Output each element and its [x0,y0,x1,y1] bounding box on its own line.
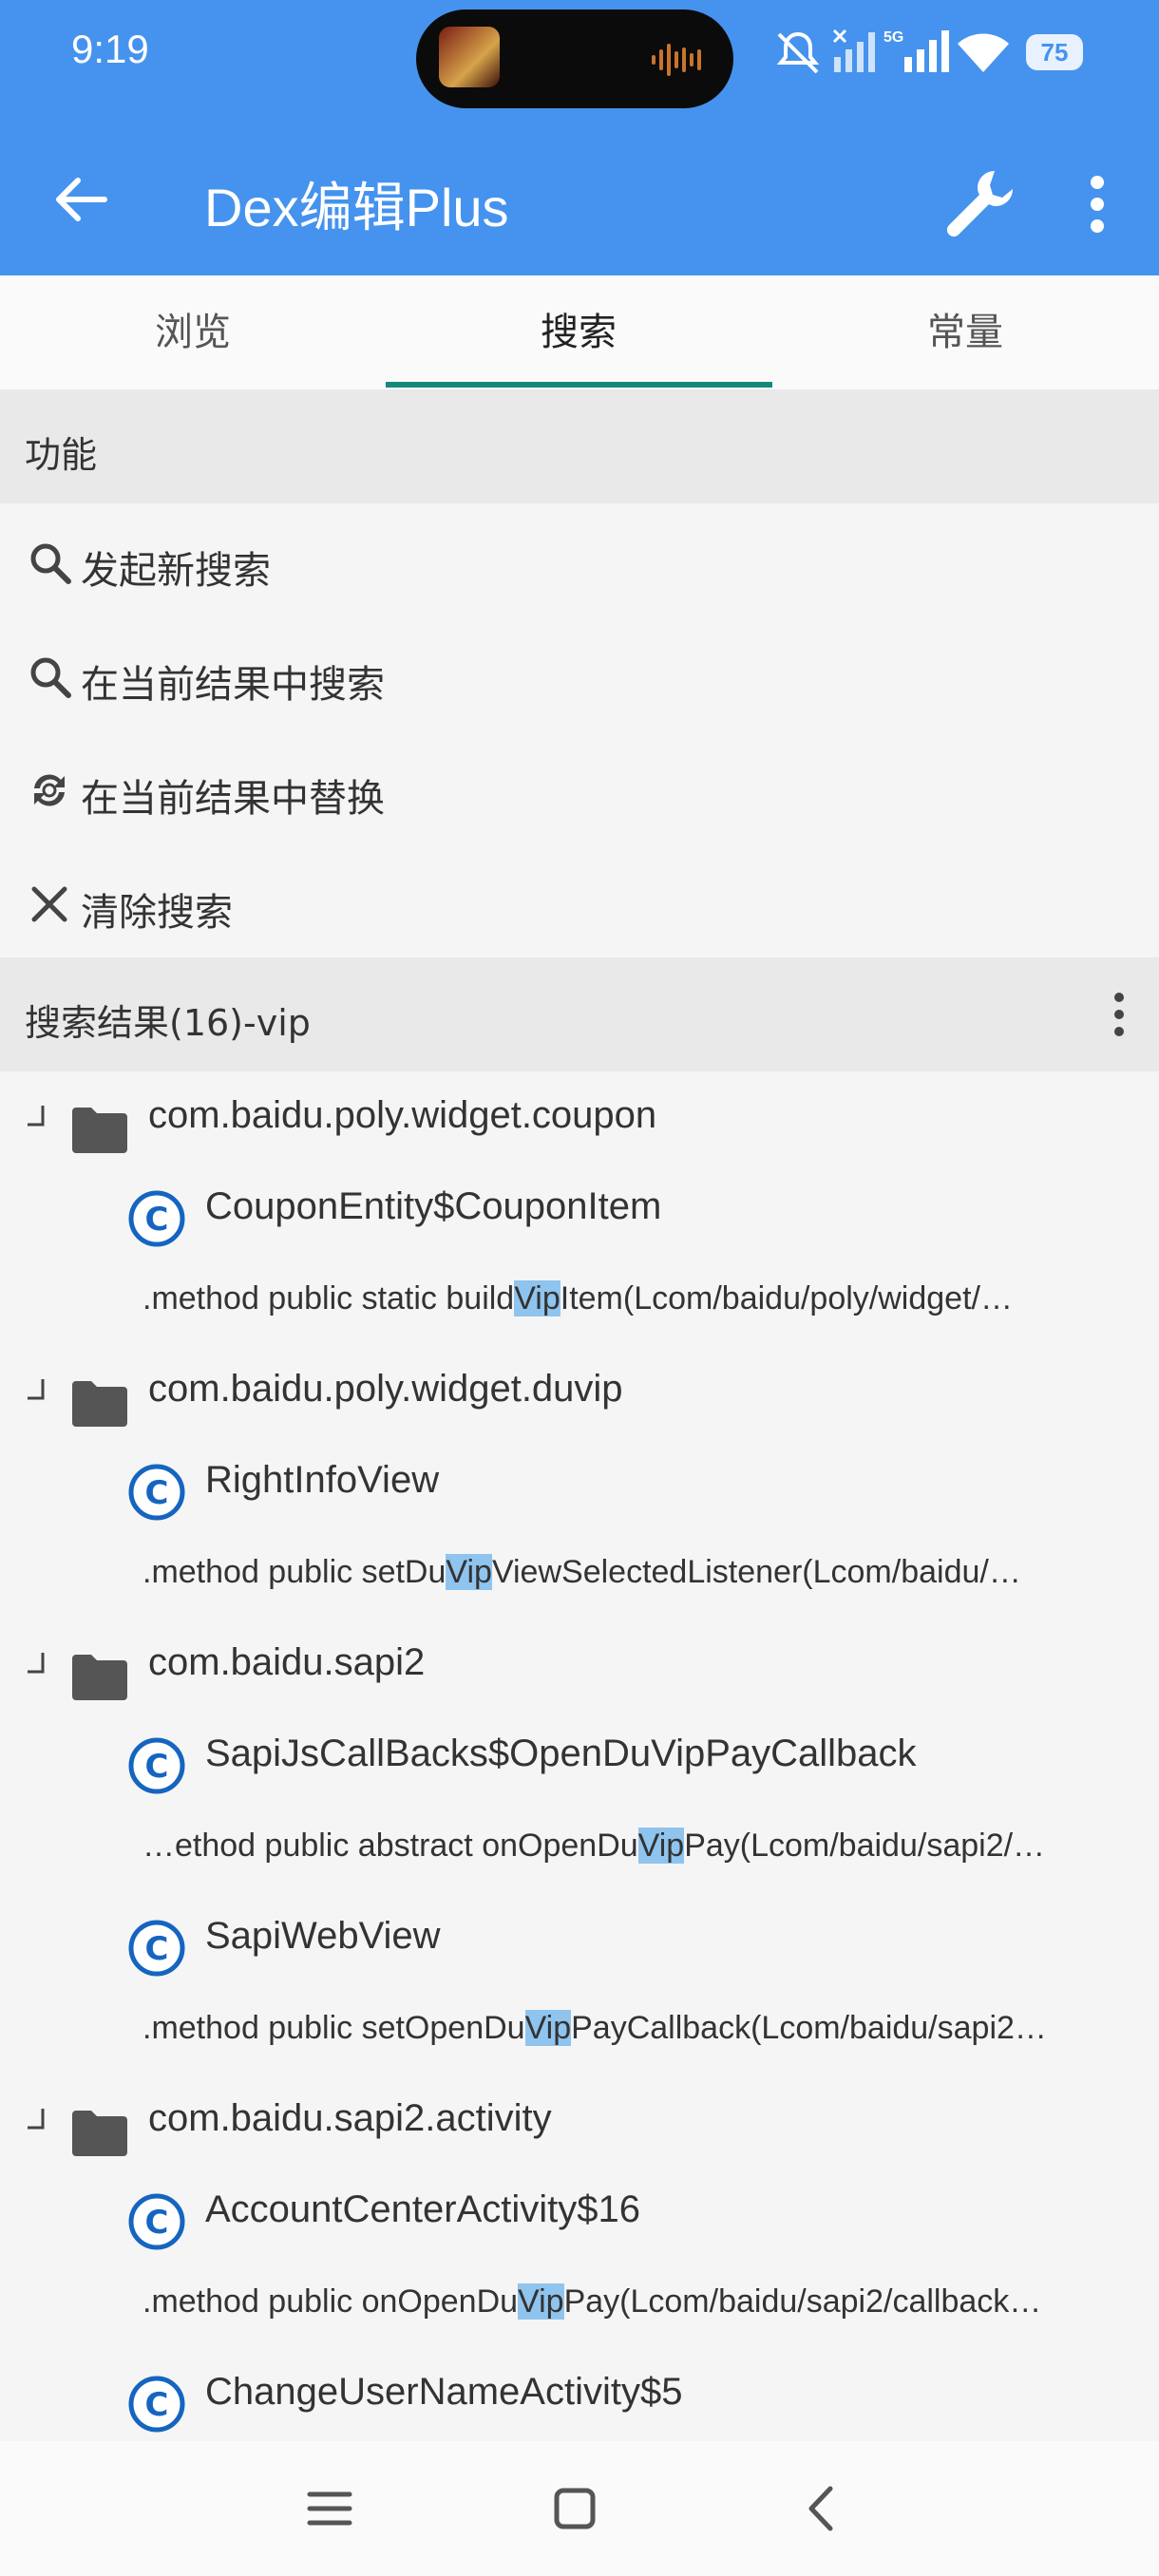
package-name: com.baidu.poly.widget.duvip [148,1368,623,1410]
class-row[interactable]: C RightInfoView [0,1436,1159,1527]
folder-icon [72,2111,127,2156]
clear-search-item[interactable]: 清除搜索 [0,845,1159,959]
functions-header-label: 功能 [25,434,98,476]
battery-indicator: 75 [1026,34,1083,70]
class-icon: C [128,1737,185,1794]
replace-in-results-item[interactable]: 在当前结果中替换 [0,731,1159,845]
svg-text:C: C [145,1748,169,1786]
system-nav-bar [0,2441,1159,2576]
more-vert-icon[interactable] [1100,988,1138,1041]
class-name: CouponEntity$CouponItem [205,1185,662,1227]
match-highlight: Vip [518,2283,564,2320]
class-icon: C [128,1920,185,1977]
results-tree: com.baidu.poly.widget.coupon C CouponEnt… [0,1071,1159,2441]
class-name: SapiWebView [205,1915,441,1957]
toolbar: Dex编辑Plus [0,104,1159,275]
tab-indicator [386,382,772,388]
folder-icon [72,1108,127,1153]
clear-search-label: 清除搜索 [81,891,233,935]
signal-2-icon: 5G [884,29,949,72]
match-highlight: Vip [524,2010,572,2046]
package-row[interactable]: com.baidu.poly.widget.duvip [0,1345,1159,1436]
class-icon: C [128,2376,185,2433]
svg-text:C: C [145,1930,169,1968]
method-row[interactable]: .method public onOpenDuVipPay(Lcom/baidu… [0,2257,1159,2348]
svg-text:C: C [145,2386,169,2424]
search-icon [30,657,71,698]
status-bar: 9:19 5G 75 [0,0,1159,108]
status-time: 9:19 [71,27,149,71]
functions-header: 功能 [0,389,1159,503]
search-icon [30,543,71,584]
menu-icon[interactable] [296,2475,363,2542]
collapse-toggle-icon[interactable] [24,1377,48,1402]
class-name: SapiJsCallBacks$OpenDuVipPayCallback [205,1733,917,1774]
package-row[interactable]: com.baidu.sapi2 [0,1619,1159,1710]
method-signature: .method public onOpenDuVipPay(Lcom/baidu… [142,2283,1042,2320]
replace-in-results-label: 在当前结果中替换 [81,777,385,821]
home-square-icon[interactable] [542,2475,608,2542]
replace-icon [34,774,65,806]
method-signature: .method public static buildVipItem(Lcom/… [142,1280,1013,1316]
class-icon: C [128,1464,185,1521]
package-name: com.baidu.poly.widget.coupon [148,1094,657,1136]
results-header: 搜索结果(16)-vip [0,957,1159,1071]
class-name: RightInfoView [205,1459,440,1501]
wifi-icon [958,33,1009,72]
match-highlight: Vip [514,1280,560,1316]
collapse-toggle-icon[interactable] [24,1104,48,1128]
wrench-icon[interactable] [936,161,1021,247]
method-row[interactable]: .method public setOpenDuVipPayCallback(L… [0,1983,1159,2074]
tab-constants[interactable]: 常量 [772,275,1158,389]
class-icon: C [128,1190,185,1247]
class-row[interactable]: C SapiJsCallBacks$OpenDuVipPayCallback [0,1710,1159,1801]
collapse-toggle-icon[interactable] [24,1651,48,1676]
back-arrow-icon[interactable] [38,157,124,242]
search-in-results-label: 在当前结果中搜索 [81,663,385,707]
signal-1-icon [832,28,875,72]
class-icon: C [128,2193,185,2250]
media-thumbnail [439,27,500,87]
method-row[interactable]: …ethod public abstract onOpenDuVipPay(Lc… [0,1801,1159,1892]
collapse-toggle-icon[interactable] [24,2107,48,2131]
match-highlight: Vip [446,1554,492,1590]
match-highlight: Vip [637,1828,685,1864]
method-row[interactable]: .method public setDuVipViewSelectedListe… [0,1527,1159,1619]
more-vert-icon[interactable] [1064,161,1130,247]
package-name: com.baidu.sapi2.activity [148,2097,552,2139]
package-name: com.baidu.sapi2 [148,1641,426,1683]
dynamic-island[interactable] [416,9,733,108]
app-bar: 9:19 5G 75 Dex编辑Plus [0,0,1159,275]
close-icon [31,886,67,922]
class-row[interactable]: C ChangeUserNameActivity$5 [0,2348,1159,2439]
new-search-label: 发起新搜索 [81,549,271,593]
method-signature: …ethod public abstract onOpenDuVipPay(Lc… [142,1828,1046,1864]
folder-icon [72,1381,127,1427]
tab-search[interactable]: 搜索 [386,275,771,389]
tab-bar: 浏览 搜索 常量 [0,275,1159,389]
mute-icon [776,31,820,74]
folder-icon [72,1655,127,1700]
back-chevron-icon[interactable] [788,2475,855,2542]
audio-wave-icon [652,44,701,76]
network-type: 5G [884,29,903,46]
new-search-item[interactable]: 发起新搜索 [0,503,1159,617]
class-row[interactable]: C AccountCenterActivity$16 [0,2166,1159,2257]
results-header-label: 搜索结果(16)-vip [25,1002,311,1044]
tab-browse[interactable]: 浏览 [0,275,386,389]
package-row[interactable]: com.baidu.poly.widget.coupon [0,1071,1159,1163]
method-signature: .method public setOpenDuVipPayCallback(L… [142,2010,1047,2046]
search-in-results-item[interactable]: 在当前结果中搜索 [0,617,1159,731]
method-signature: .method public setDuVipViewSelectedListe… [142,1554,1021,1590]
package-row[interactable]: com.baidu.sapi2.activity [0,2074,1159,2166]
class-row[interactable]: C CouponEntity$CouponItem [0,1163,1159,1254]
svg-text:C: C [145,1201,169,1239]
class-name: AccountCenterActivity$16 [205,2188,641,2230]
class-row[interactable]: C SapiWebView [0,1892,1159,1983]
app-title: Dex编辑Plus [204,178,509,237]
method-row[interactable]: .method public static buildVipItem(Lcom/… [0,1254,1159,1345]
svg-text:C: C [145,2204,169,2242]
class-name: ChangeUserNameActivity$5 [205,2371,683,2413]
svg-text:C: C [145,1474,169,1512]
